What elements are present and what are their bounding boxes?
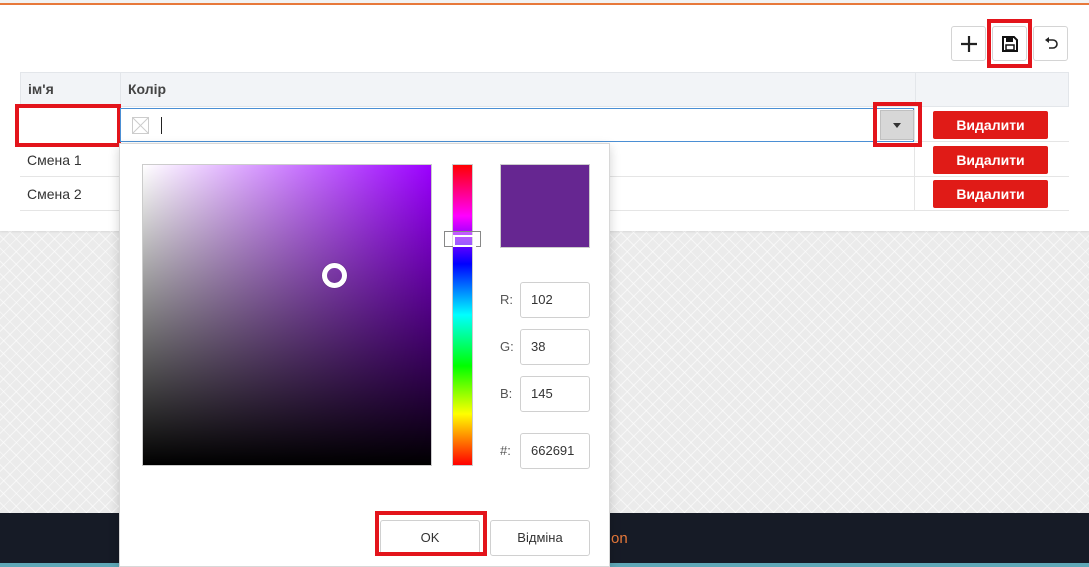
blue-label: B: bbox=[500, 386, 513, 401]
add-button[interactable] bbox=[951, 26, 986, 61]
cancel-button[interactable]: Відміна bbox=[490, 520, 590, 556]
blue-input[interactable]: 145 bbox=[520, 376, 590, 412]
row-divider bbox=[914, 177, 915, 211]
red-input[interactable]: 102 bbox=[520, 282, 590, 318]
text-cursor bbox=[161, 117, 162, 134]
name-input-highlight bbox=[15, 104, 121, 147]
plus-icon bbox=[960, 35, 977, 52]
delete-button[interactable]: Видалити bbox=[933, 146, 1048, 174]
saturation-area[interactable] bbox=[142, 164, 432, 466]
column-header-name[interactable]: ім'я bbox=[21, 73, 54, 106]
delete-button[interactable]: Видалити bbox=[933, 111, 1048, 139]
undo-button[interactable] bbox=[1033, 26, 1068, 61]
dropdown-highlight bbox=[873, 102, 922, 147]
hex-input[interactable]: 662691 bbox=[520, 433, 590, 469]
red-label: R: bbox=[500, 292, 513, 307]
color-input[interactable] bbox=[120, 108, 914, 142]
hue-slider-handle[interactable] bbox=[444, 231, 481, 247]
saturation-handle[interactable] bbox=[322, 263, 347, 288]
save-button-highlight bbox=[987, 19, 1032, 68]
undo-icon bbox=[1044, 36, 1058, 49]
delete-button[interactable]: Видалити bbox=[933, 180, 1048, 208]
hex-label: #: bbox=[500, 443, 511, 458]
empty-color-swatch bbox=[132, 117, 149, 134]
column-header-color[interactable]: Колір bbox=[121, 73, 166, 106]
footer-text: on bbox=[611, 530, 628, 547]
row-divider bbox=[914, 143, 915, 177]
ok-button-highlight bbox=[375, 511, 487, 556]
shift-name: Смена 2 bbox=[27, 186, 82, 202]
color-picker-popup: R: 102 G: 38 B: 145 #: 662691 OK Відміна bbox=[119, 143, 610, 567]
color-preview bbox=[500, 164, 590, 248]
no-color-icon bbox=[132, 117, 149, 134]
hue-slider[interactable] bbox=[452, 164, 473, 466]
green-input[interactable]: 38 bbox=[520, 329, 590, 365]
green-label: G: bbox=[500, 339, 514, 354]
shift-name: Смена 1 bbox=[27, 152, 82, 168]
